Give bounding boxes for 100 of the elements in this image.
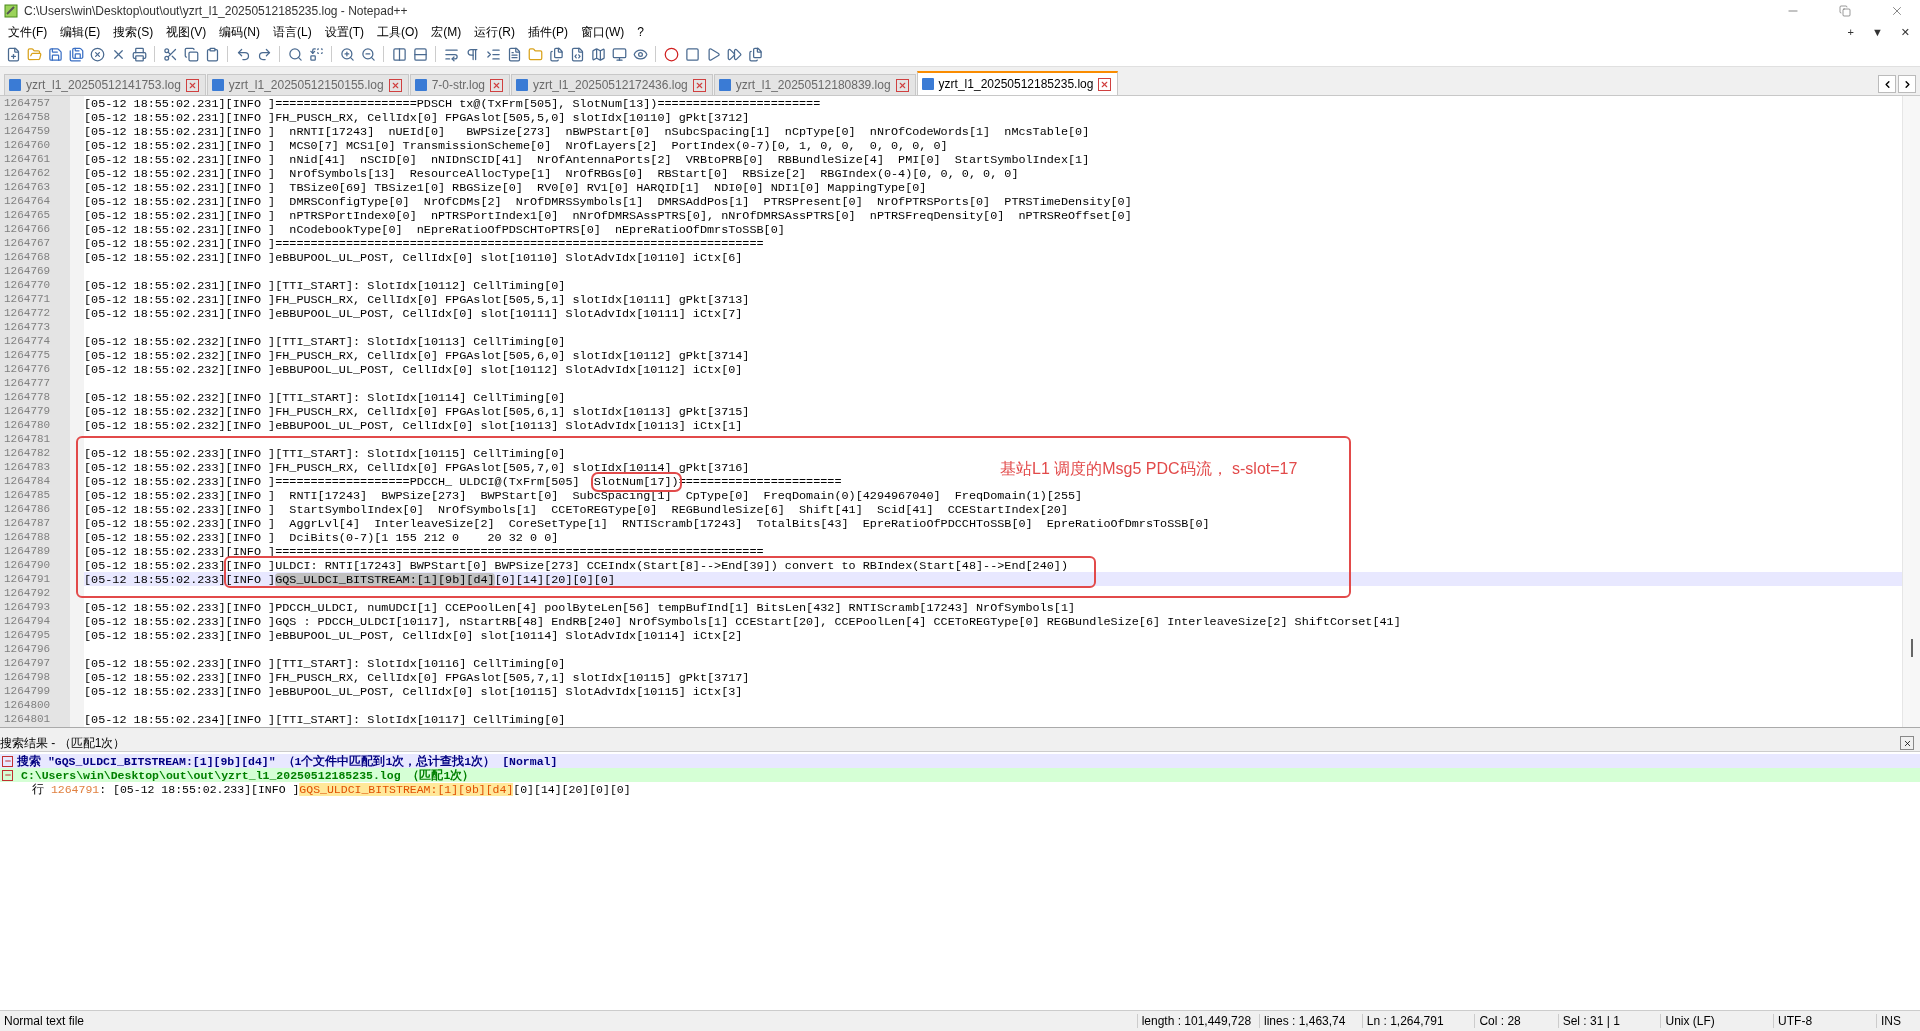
search-query: 搜索 "GQS_ULDCI_BITSTREAM:[1][9b][d4]" （1个文件中匹配到1次，总计查找1次） [Normal] [17, 753, 558, 769]
annotation-note: 基站L1 调度的Msg5 PDC码流， s-slot=17 [1000, 459, 1298, 479]
code-line: [05-12 18:55:02.234][INFO ][TTI_START]: SlotIdx[10117] CellTiming[0] [84, 713, 566, 727]
file-icon [414, 79, 427, 91]
files-icon[interactable] [547, 45, 565, 63]
status-field: Normal text file [0, 1014, 1137, 1028]
line-number: 1264794 [3, 614, 52, 628]
menu-item[interactable]: 视图(V) [162, 23, 216, 41]
line-number: 1264786 [3, 502, 52, 516]
close-icon[interactable] [1900, 736, 1914, 750]
code-line: [05-12 18:55:02.232][INFO ]FH_PUSCH_RX, CellIdx[0] FPGAslot[505,6,0] slotIdx[10112] gPkt[3714] [84, 349, 750, 363]
file-tab[interactable]: yzrt_l1_20250512185235.log [916, 71, 1119, 95]
monitor-icon[interactable] [610, 45, 628, 63]
replace-icon[interactable] [307, 45, 325, 63]
status-field: INS [1875, 1014, 1920, 1028]
line-number: 1264780 [3, 418, 52, 432]
code-line: [05-12 18:55:02.231][INFO ] nCodebookType[0] nEpreRatioOfPDSCHToPTRS[0] nEpreRatioOfDmrsToSSB[0] [84, 223, 785, 237]
menu-item[interactable]: 编辑(E) [56, 23, 110, 41]
menu-item[interactable]: 设置(T) [320, 23, 373, 41]
status-field: UTF-8 [1773, 1014, 1876, 1028]
code-line: [05-12 18:55:02.231][INFO ][TTI_START]: SlotIdx[10112] CellTiming[0] [84, 279, 566, 293]
rows-icon[interactable] [411, 45, 429, 63]
code-line: [05-12 18:55:02.233][INFO ]===================================================================== [84, 545, 764, 559]
menu-item[interactable]: 宏(M) [427, 23, 471, 41]
menu-item[interactable]: 语言(L) [269, 23, 321, 41]
line-number: 1264797 [3, 656, 52, 670]
zoom-out-icon[interactable] [359, 45, 377, 63]
menu-button[interactable]: ▼ [1871, 25, 1883, 39]
line-number: 1264801 [3, 712, 52, 726]
menu-item[interactable]: 文件(F) [4, 23, 57, 41]
code-line: [05-12 18:55:02.231][INFO ]===================================================================== [84, 237, 764, 251]
pages-icon[interactable] [746, 45, 764, 63]
menu-button[interactable]: ✕ [1900, 25, 1910, 39]
line-number: 1264795 [3, 628, 52, 642]
close-file-icon[interactable] [88, 45, 106, 63]
record-icon[interactable] [662, 45, 680, 63]
collapse-icon[interactable] [2, 769, 13, 781]
save-icon[interactable] [46, 45, 64, 63]
line-number: 1264769 [3, 264, 52, 278]
line-number: 1264789 [3, 544, 52, 558]
scroll-right-icon[interactable] [1898, 75, 1916, 93]
code-line: [05-12 18:55:02.231][INFO ]====================PDSCH tx@(TxFrm[505], SlotNum[13])======================= [84, 97, 821, 111]
line-number: 1264761 [3, 152, 52, 166]
line-number: 1264766 [3, 222, 52, 236]
file-tab[interactable]: yzrt_l1_20250512141753.log [4, 74, 206, 95]
code-line: [05-12 18:55:02.232][INFO ][TTI_START]: SlotIdx[10113] CellTiming[0] [84, 335, 566, 349]
search-icon[interactable] [286, 45, 304, 63]
line-number: 1264772 [3, 306, 52, 320]
code-line: [05-12 18:55:02.233][INFO ]eBBUPOOL_UL_POST, CellIdx[0] slot[10115] SlotAdvIdx[10115] iCtx[3] [84, 685, 743, 699]
file-icon [516, 79, 528, 91]
copy-icon[interactable] [182, 45, 200, 63]
menu-item[interactable]: 编码(N) [215, 23, 269, 41]
line-number: 1264770 [3, 278, 52, 292]
scissors-icon[interactable] [161, 45, 179, 63]
line-number: 1264785 [3, 488, 52, 502]
collapse-icon[interactable] [2, 755, 13, 767]
line-number: 1264778 [3, 390, 52, 404]
code-line: [05-12 18:55:02.232][INFO ]eBBUPOOL_UL_POST, CellIdx[0] slot[10113] SlotAdvIdx[10113] iCtx[1] [84, 419, 743, 433]
code-line: [05-12 18:55:02.233][INFO ][TTI_START]: SlotIdx[10116] CellTiming[0] [84, 657, 566, 671]
menu-item[interactable]: 工具(O) [373, 23, 428, 41]
stop-icon[interactable] [683, 45, 701, 63]
close-icon[interactable] [1098, 77, 1112, 91]
scrollbar[interactable] [1902, 96, 1920, 727]
status-field: Col : 28 [1474, 1014, 1558, 1028]
code-line: [05-12 18:55:02.232][INFO ]FH_PUSCH_RX, CellIdx[0] FPGAslot[505,6,1] slotIdx[10113] gPkt[3715] [84, 405, 750, 419]
line-number: 1264767 [3, 236, 52, 250]
line-number: 1264792 [3, 586, 52, 600]
file-tab[interactable]: yzrt_l1_20250512150155.log [206, 74, 409, 95]
code-line: [05-12 18:55:02.231][INFO ] NrOfSymbols[13] ResourceAllocType[1] NrOfRBGs[0] RBStart[0] RBSize[2] RBGIndex(0-4)[0, 0, 0, 0, 0] [84, 167, 1019, 181]
file-icon [921, 78, 934, 90]
line-number: 1264790 [3, 558, 52, 572]
save-all-icon[interactable] [67, 45, 85, 63]
line-number: 1264762 [3, 166, 52, 180]
columns-icon[interactable] [390, 45, 408, 63]
menu-item[interactable]: 窗口(W) [577, 23, 634, 41]
file-tab[interactable]: yzrt_l1_20250512180839.log [713, 74, 916, 95]
map-icon[interactable] [589, 45, 607, 63]
printer-icon[interactable] [130, 45, 148, 63]
line-number: 1264784 [3, 474, 52, 488]
file-tab[interactable]: 7-0-str.log [409, 74, 510, 95]
window-title: C:\Users\win\Desktop\out\out\yzrt_l1_20250512185235.log - Notepad++ [24, 4, 409, 18]
file-tab[interactable]: yzrt_l1_20250512172436.log [511, 74, 713, 95]
code-line: [05-12 18:55:02.233][INFO ] DciBits(0-7)[1 155 212 0 20 32 0 0] [84, 531, 559, 545]
result-line[interactable]: 行 1264791: [05-12 18:55:02.233][INFO ]GQS_ULDCI_BITSTREAM:[1][9b][d4][0][14][20][0][0] [32, 781, 631, 797]
line-number: 1264760 [3, 138, 52, 152]
menu-item[interactable]: 插件(P) [524, 23, 577, 41]
menu-item[interactable]: ? [633, 25, 653, 39]
line-number: 1264777 [3, 376, 52, 390]
menu-item[interactable]: 搜索(S) [109, 23, 163, 41]
code-line: [05-12 18:55:02.233][INFO ]PDCCH_ULDCI, numUDCI[1] CCEPoolLen[4] poolByteLen[56] tempBufInd[1] BitsLen[432] RNTIScramb[17243] NrOfSymbols[1] [84, 601, 1076, 615]
line-number: 1264759 [3, 124, 52, 138]
zoom-in-icon[interactable] [338, 45, 356, 63]
line-number: 1264796 [3, 642, 52, 656]
menu-item[interactable]: 运行(R) [470, 23, 524, 41]
code-line: [05-12 18:55:02.233][INFO ]eBBUPOOL_UL_POST, CellIdx[0] slot[10114] SlotAdvIdx[10114] iCtx[2] [84, 629, 743, 643]
code-line: [05-12 18:55:02.231][INFO ] nNid[41] nSCID[0] nNIDnSCID[41] NrOfAntennaPorts[2] VRBtoPRB[0] RBBundleSize[4] PMI[0] StartSymbolIndex[1] [84, 153, 1090, 167]
line-number: 1264776 [3, 362, 52, 376]
code-line: [05-12 18:55:02.233][INFO ]FH_PUSCH_RX, CellIdx[0] FPGAslot[505,7,1] slotIdx[10115] gPkt[3717] [84, 671, 750, 685]
scroll-left-icon[interactable] [1878, 75, 1896, 93]
menu-button[interactable]: + [1847, 25, 1854, 39]
